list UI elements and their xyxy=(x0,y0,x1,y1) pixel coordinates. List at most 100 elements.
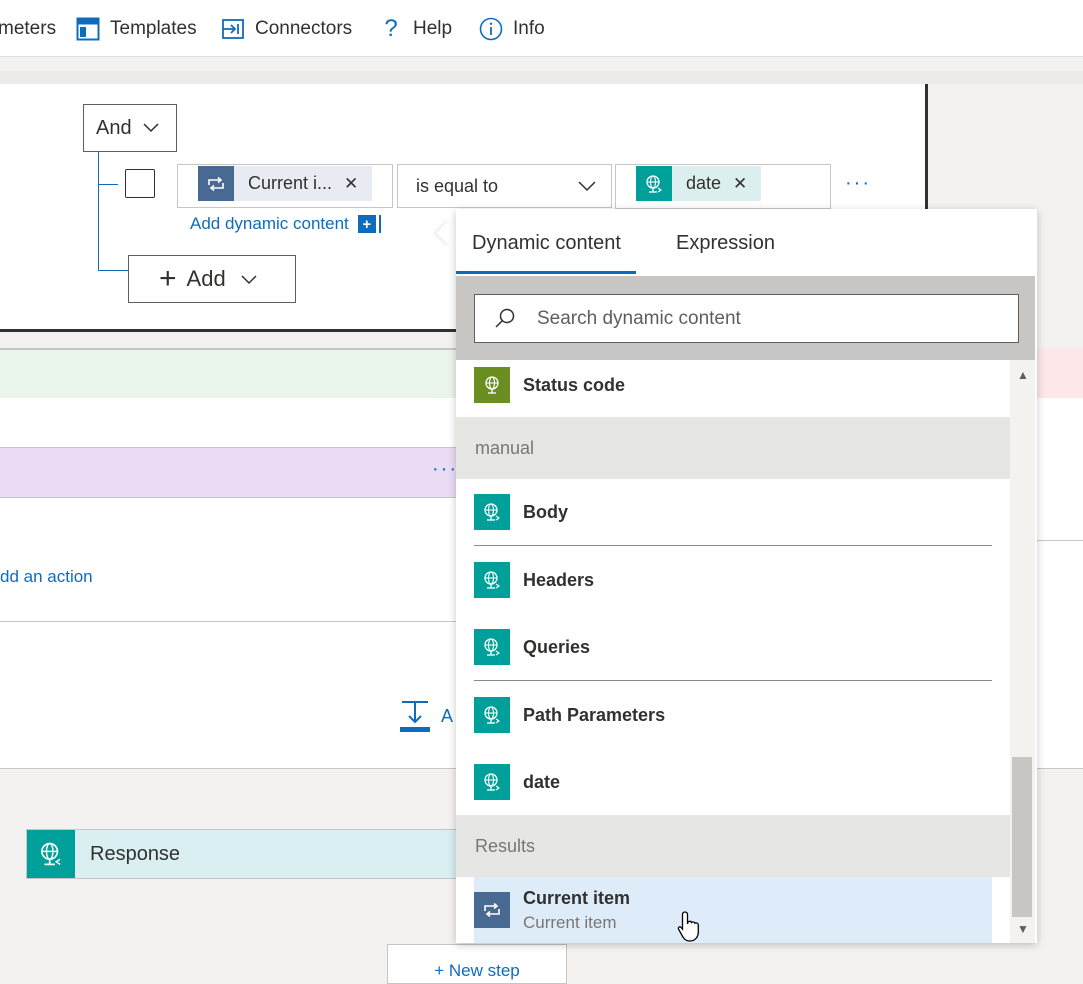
tab-expression[interactable]: Expression xyxy=(676,232,775,255)
request-globe-icon xyxy=(474,764,510,800)
toolbar-parameters-label: meters xyxy=(0,18,57,39)
request-globe-icon xyxy=(636,166,672,201)
tree-connector-line xyxy=(98,152,99,271)
toolbar-templates-label: Templates xyxy=(110,18,197,39)
loop-icon xyxy=(474,892,510,928)
toolbar-info[interactable]: Info xyxy=(478,14,545,44)
toolbar-help-label: Help xyxy=(413,18,453,39)
list-item-headers[interactable]: Headers xyxy=(474,561,992,599)
hand-pointer-cursor-icon xyxy=(676,910,704,944)
add-row-label: Add xyxy=(186,266,226,291)
add-dynamic-content-icon: + xyxy=(357,215,376,233)
response-globe-icon xyxy=(27,830,75,878)
current-item-token[interactable]: Current i... ✕ xyxy=(198,166,373,201)
response-title: Response xyxy=(90,843,181,865)
list-separator xyxy=(474,680,992,681)
condition-operator-dropdown[interactable]: is equal to xyxy=(397,164,612,208)
list-item-status-code[interactable]: Status code xyxy=(474,363,992,407)
toolbar-connectors[interactable]: Connectors xyxy=(220,14,352,44)
divider xyxy=(0,497,456,498)
group-header-manual: manual xyxy=(456,417,1010,479)
list-item-body[interactable]: Body xyxy=(474,493,992,531)
list-item-label: Queries xyxy=(523,636,591,657)
insert-step-icon[interactable] xyxy=(398,700,436,732)
list-item-current-item[interactable]: Current item Current item xyxy=(474,877,992,943)
toolbar-help[interactable]: ? Help xyxy=(378,14,452,44)
loop-icon xyxy=(198,166,234,201)
date-token-label: date xyxy=(686,173,722,193)
action-more-options-icon[interactable]: ··· xyxy=(432,458,458,481)
tree-connector-line xyxy=(98,184,118,185)
list-item-label: Path Parameters xyxy=(523,704,666,725)
group-operator-label: And xyxy=(96,116,132,139)
list-item-text: Current item Current item xyxy=(523,888,630,933)
list-item-label: Status code xyxy=(523,374,626,395)
toolbar-divider xyxy=(0,71,1083,84)
toolbar-connectors-label: Connectors xyxy=(255,18,353,39)
list-item-queries[interactable]: Queries xyxy=(474,628,992,666)
if-no-branch-header xyxy=(1036,348,1083,398)
toolbar-templates[interactable]: Templates xyxy=(75,14,197,44)
group-header-results: Results xyxy=(456,815,1010,877)
insert-step-label[interactable]: A xyxy=(441,706,453,727)
dynamic-content-list: Status code manual Body Headers Queries xyxy=(456,360,1010,943)
toolbar-parameters[interactable]: meters xyxy=(0,14,56,44)
scroll-down-arrow-icon[interactable]: ▼ xyxy=(1017,922,1029,936)
list-item-path-parameters[interactable]: Path Parameters xyxy=(474,696,992,734)
help-icon: ? xyxy=(384,15,398,42)
request-globe-icon xyxy=(474,697,510,733)
condition-left-operand[interactable]: Current i... ✕ xyxy=(177,164,393,208)
current-item-token-label: Current i... xyxy=(248,173,333,193)
response-action-card[interactable]: Response xyxy=(26,829,458,879)
request-globe-icon xyxy=(474,629,510,665)
chevron-down-icon xyxy=(142,117,160,140)
list-item-label: Body xyxy=(523,501,568,522)
add-dynamic-content-link[interactable]: Add dynamic content + xyxy=(190,214,381,234)
list-separator xyxy=(474,545,992,546)
active-tab-indicator xyxy=(456,271,636,274)
group-operator-dropdown[interactable]: And xyxy=(83,104,177,152)
add-action-link[interactable]: dd an action xyxy=(0,567,93,587)
tab-dynamic-content[interactable]: Dynamic content xyxy=(472,232,621,255)
search-input[interactable] xyxy=(535,306,1009,331)
list-item-date[interactable]: date xyxy=(474,763,992,801)
remove-token-icon[interactable]: ✕ xyxy=(344,174,372,194)
designer-toolbar: meters Templates Connectors ? Help Info xyxy=(0,0,1083,57)
condition-right-operand[interactable]: date ✕ xyxy=(615,164,831,209)
tree-connector-line xyxy=(98,270,128,271)
text-cursor-bar xyxy=(378,215,381,233)
list-item-label: date xyxy=(523,771,561,792)
info-icon xyxy=(478,16,504,42)
plus-icon: + xyxy=(159,262,177,295)
row-more-options-icon[interactable]: ··· xyxy=(845,172,871,195)
http-globe-icon xyxy=(474,367,510,403)
date-token[interactable]: date ✕ xyxy=(636,166,762,201)
search-box[interactable] xyxy=(474,294,1019,343)
list-item-label: Headers xyxy=(523,569,595,590)
condition-operator-label: is equal to xyxy=(416,175,499,196)
list-item-label: Current item xyxy=(523,887,631,908)
add-row-button[interactable]: + Add xyxy=(128,255,296,303)
chevron-down-icon xyxy=(577,177,597,198)
action-card-header[interactable] xyxy=(0,448,456,497)
new-step-button[interactable]: + New step xyxy=(387,944,567,984)
row-select-checkbox[interactable] xyxy=(125,169,155,198)
connectors-icon xyxy=(220,16,246,42)
request-globe-icon xyxy=(474,494,510,530)
divider xyxy=(0,621,456,622)
add-dynamic-content-label: Add dynamic content xyxy=(190,214,349,233)
search-icon xyxy=(475,307,535,331)
if-yes-branch-header xyxy=(0,348,456,398)
remove-token-icon[interactable]: ✕ xyxy=(733,174,761,194)
scroll-up-arrow-icon[interactable]: ▲ xyxy=(1017,368,1029,382)
search-area xyxy=(456,276,1035,360)
templates-icon xyxy=(75,16,101,42)
list-item-description: Current item xyxy=(523,912,617,932)
toolbar-info-label: Info xyxy=(513,18,545,39)
request-globe-icon xyxy=(474,562,510,598)
popup-scrollbar[interactable]: ▲ ▼ xyxy=(1010,360,1035,943)
divider xyxy=(1036,540,1083,541)
chevron-down-icon xyxy=(240,266,258,292)
dynamic-content-popup: Dynamic content Expression Status code m… xyxy=(456,209,1037,943)
scroll-thumb[interactable] xyxy=(1012,757,1032,917)
